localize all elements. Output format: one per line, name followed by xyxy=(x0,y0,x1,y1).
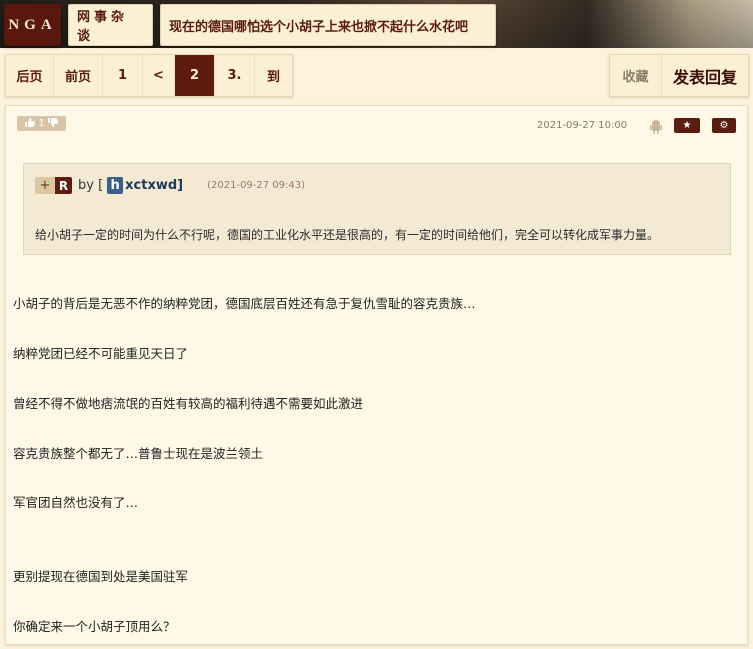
by-label: by [ xyxy=(78,178,104,193)
pager-goto[interactable]: 到 xyxy=(255,55,292,96)
username-text: xctxwd] xyxy=(125,178,184,193)
quoted-username[interactable]: h xctxwd] xyxy=(107,177,183,194)
breadcrumb-forum[interactable]: 网事杂谈 xyxy=(68,4,153,46)
pager-next-page[interactable]: 后页 xyxy=(6,55,54,96)
star-button[interactable]: ★ xyxy=(674,118,700,133)
post-line: 小胡子的背后是无恶不作的纳粹党团，德国底层百姓还有急于复仇雪耻的容克贵族… xyxy=(13,296,476,311)
plus-icon: + xyxy=(35,177,55,194)
post: 1 2021-09-27 10:00 ★ ⚙ + R by [ h xctxwd… xyxy=(5,105,748,645)
post-line: 曾经不得不做地痞流氓的百姓有较高的福利待遇不需要如此激进 xyxy=(13,396,364,411)
like-count: 1 xyxy=(38,118,45,129)
pagination: 后页 前页 1 < 2 3. 到 xyxy=(5,54,293,97)
reply-button[interactable]: 发表回复 xyxy=(662,55,748,96)
post-line: 容克贵族整个都无了…普鲁士现在是波兰领土 xyxy=(13,446,264,461)
quote-time: (2021-09-27 09:43) xyxy=(207,180,306,191)
favorite-button[interactable]: 收藏 xyxy=(610,55,662,96)
pager-page-1[interactable]: 1 xyxy=(103,55,143,96)
thumbs-up-icon xyxy=(25,117,36,130)
post-line: 你确定来一个小胡子顶用么？ xyxy=(13,619,176,634)
post-line: 纳粹党团已经不可能重见天日了 xyxy=(13,346,189,361)
android-icon xyxy=(650,119,662,134)
post-line: 更别提现在德国到处是美国驻军 xyxy=(13,569,189,584)
site-logo[interactable]: NGA xyxy=(4,4,61,46)
post-date: 2021-09-27 10:00 xyxy=(537,120,628,131)
quoted-reply: + R by [ h xctxwd] (2021-09-27 09:43) 给小… xyxy=(23,163,731,255)
gear-icon: ⚙ xyxy=(719,120,729,131)
pager-page-2-current[interactable]: 2 xyxy=(175,55,215,96)
thumbs-down-icon xyxy=(47,117,58,130)
user-initial-badge: h xyxy=(107,177,124,194)
like-badge[interactable]: 1 xyxy=(17,116,66,131)
pager-page-3[interactable]: 3. xyxy=(215,55,255,96)
settings-button[interactable]: ⚙ xyxy=(712,118,736,133)
pager-prev-page[interactable]: 前页 xyxy=(54,55,103,96)
quote-header: + R by [ h xctxwd] (2021-09-27 09:43) xyxy=(35,177,305,194)
rank-badge: R xyxy=(55,177,72,194)
star-icon: ★ xyxy=(682,120,692,131)
breadcrumb-topic[interactable]: 现在的德国哪怕选个小胡子上来也掀不起什么水花吧 xyxy=(160,4,496,46)
post-line: 军官团自然也没有了… xyxy=(13,495,139,510)
pager-prev-arrow[interactable]: < xyxy=(143,55,175,96)
quote-text: 给小胡子一定的时间为什么不行呢，德国的工业化水平还是很高的，有一定的时间给他们，… xyxy=(35,228,660,242)
topic-actions: 收藏 发表回复 xyxy=(609,54,749,97)
reputation-badge[interactable]: + R xyxy=(35,177,72,194)
